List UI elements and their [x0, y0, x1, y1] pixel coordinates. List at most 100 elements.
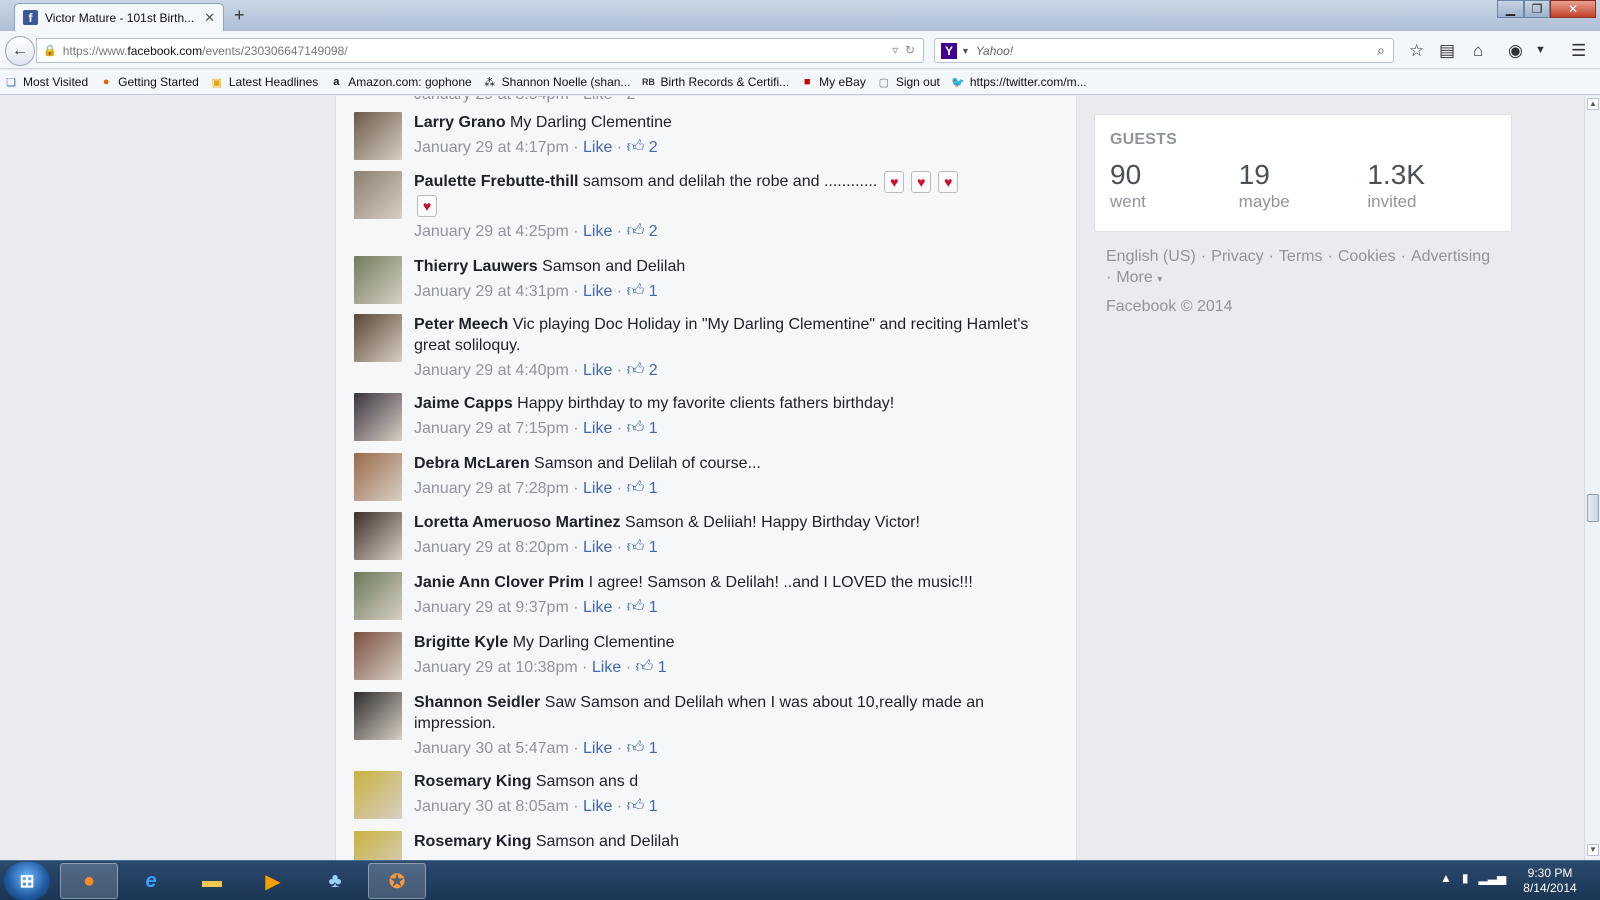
comment-timestamp[interactable]: January 29 at 8:20pm — [414, 539, 569, 556]
taskbar-firefox[interactable]: ● — [60, 863, 118, 899]
avatar[interactable] — [354, 171, 402, 219]
like-count[interactable]: 2 — [649, 139, 658, 156]
like-count[interactable]: 1 — [649, 539, 658, 556]
went-stat[interactable]: 90 went — [1110, 159, 1239, 213]
like-link[interactable]: Like — [583, 599, 612, 616]
url-actions[interactable]: ▿ ↻ — [892, 43, 915, 57]
like-link[interactable]: Like — [592, 659, 621, 676]
commenter-name[interactable]: Jaime Capps — [414, 395, 513, 412]
bookmark-getting-started[interactable]: ● Getting Started — [99, 75, 199, 89]
footer-link-advertising[interactable]: Advertising — [1411, 248, 1490, 265]
bookmark-amazon[interactable]: a Amazon.com: gophone — [329, 75, 471, 89]
back-button[interactable]: ← — [5, 36, 35, 66]
footer-link-privacy[interactable]: Privacy — [1211, 248, 1263, 265]
like-count[interactable]: 1 — [649, 798, 658, 815]
bookmark-shannon-noelle[interactable]: ⁂ Shannon Noelle (shan... — [483, 75, 630, 89]
search-icon[interactable]: ⌕ — [1377, 42, 1385, 59]
comment-timestamp[interactable]: January 29 at 4:40pm — [414, 362, 569, 379]
avatar[interactable] — [354, 692, 402, 740]
menu-icon[interactable]: ☰ — [1571, 41, 1586, 61]
signal-icon[interactable]: ▂▃▅ — [1479, 871, 1507, 885]
like-count[interactable]: 1 — [658, 659, 667, 676]
taskbar-internet-explorer[interactable]: e — [122, 863, 180, 899]
commenter-name[interactable]: Shannon Seidler — [414, 694, 540, 711]
commenter-name[interactable]: Paulette Frebutte-thill — [414, 173, 578, 190]
tray-expand-icon[interactable]: ▲ — [1440, 871, 1452, 885]
commenter-name[interactable]: Rosemary King — [414, 773, 531, 790]
comment-timestamp[interactable]: January 29 at 9:37pm — [414, 599, 569, 616]
like-link[interactable]: Like — [583, 480, 612, 497]
comment-timestamp[interactable]: January 29 at 4:31pm — [414, 283, 569, 300]
bookmark-my-ebay[interactable]: ■ My eBay — [800, 75, 866, 89]
search-input[interactable]: Yahoo! — [976, 44, 1377, 58]
like-count[interactable]: 1 — [649, 283, 658, 300]
commenter-name[interactable]: Larry Grano — [414, 114, 506, 131]
bookmark-twitter[interactable]: 🐦 https://twitter.com/m... — [951, 75, 1087, 89]
like-count[interactable]: 2 — [649, 362, 658, 379]
taskbar-file-explorer[interactable]: ▬ — [183, 863, 241, 899]
close-tab-icon[interactable]: ✕ — [204, 10, 215, 26]
minimize-window-button[interactable]: ▁ — [1497, 0, 1524, 18]
taskbar-network-app[interactable]: ♣ — [306, 863, 364, 899]
maybe-stat[interactable]: 19 maybe — [1239, 159, 1368, 213]
reload-icon[interactable]: ↻ — [905, 43, 915, 57]
scrollbar-thumb[interactable] — [1587, 494, 1599, 522]
search-engine-dropdown-icon[interactable]: ▼ — [961, 46, 970, 56]
bookmark-star-icon[interactable]: ☆ — [1409, 41, 1424, 61]
commenter-name[interactable]: Peter Meech — [414, 316, 508, 333]
chevron-down-icon[interactable]: ▾ — [1157, 274, 1162, 285]
footer-more-link[interactable]: More — [1116, 269, 1152, 286]
commenter-name[interactable]: Janie Ann Clover Prim — [414, 574, 584, 591]
comment-timestamp[interactable]: January 29 at 4:25pm — [414, 223, 569, 240]
footer-link-language[interactable]: English (US) — [1106, 248, 1196, 265]
like-link[interactable]: Like — [583, 283, 612, 300]
commenter-name[interactable]: Loretta Ameruoso Martinez — [414, 514, 621, 531]
power-icon[interactable]: ▮ — [1462, 871, 1469, 885]
like-link[interactable]: Like — [583, 420, 612, 437]
new-tab-button[interactable]: + — [234, 5, 245, 26]
extension-icon[interactable]: ◉ — [1508, 41, 1523, 61]
commenter-name[interactable]: Debra McLaren — [414, 455, 530, 472]
like-count[interactable]: 1 — [649, 480, 658, 497]
like-count[interactable]: 1 — [649, 740, 658, 757]
invited-stat[interactable]: 1.3K invited — [1367, 159, 1496, 213]
bookmark-most-visited[interactable]: ❏ Most Visited — [4, 75, 88, 89]
avatar[interactable] — [354, 112, 402, 160]
commenter-name[interactable]: Rosemary King — [414, 833, 531, 850]
avatar[interactable] — [354, 572, 402, 620]
like-link[interactable]: Like — [583, 798, 612, 815]
browser-tab[interactable]: f Victor Mature - 101st Birth... ✕ — [14, 3, 224, 31]
taskbar-clock[interactable]: 9:30 PM 8/14/2014 — [1510, 866, 1590, 896]
close-window-button[interactable]: ✕ — [1550, 0, 1596, 18]
scroll-up-icon[interactable]: ▲ — [1587, 98, 1599, 110]
like-link[interactable]: Like — [583, 223, 612, 240]
comment-timestamp[interactable]: January 30 at 8:05am — [414, 798, 569, 815]
avatar[interactable] — [354, 393, 402, 441]
avatar[interactable] — [354, 453, 402, 501]
avatar[interactable] — [354, 632, 402, 680]
url-dropdown-icon[interactable]: ▿ — [892, 43, 898, 57]
like-link[interactable]: Like — [583, 139, 612, 156]
bookmark-latest-headlines[interactable]: ▣ Latest Headlines — [210, 75, 319, 89]
taskbar-media-player[interactable]: ▶ — [244, 863, 302, 899]
like-count[interactable]: 1 — [649, 420, 658, 437]
like-link[interactable]: Like — [583, 539, 612, 556]
avatar[interactable] — [354, 314, 402, 362]
comment-timestamp[interactable]: January 29 at 7:15pm — [414, 420, 569, 437]
home-icon[interactable]: ⌂ — [1473, 41, 1483, 61]
avatar[interactable] — [354, 512, 402, 560]
like-link[interactable]: Like — [583, 362, 612, 379]
commenter-name[interactable]: Thierry Lauwers — [414, 258, 538, 275]
maximize-window-button[interactable]: ❐ — [1524, 0, 1550, 18]
url-bar[interactable]: 🔒 https://www. facebook.com/events/230306… — [36, 38, 924, 63]
like-count[interactable]: 1 — [649, 599, 658, 616]
commenter-name[interactable]: Brigitte Kyle — [414, 634, 508, 651]
comment-timestamp[interactable]: January 29 at 4:17pm — [414, 139, 569, 156]
footer-link-terms[interactable]: Terms — [1279, 248, 1323, 265]
taskbar-paint[interactable]: ✪ — [368, 863, 426, 899]
search-bar[interactable]: Y ▼ Yahoo! ⌕ — [934, 38, 1394, 63]
like-count[interactable]: 2 — [649, 223, 658, 240]
bookmarks-menu-icon[interactable]: ▤ — [1439, 41, 1455, 61]
bookmark-sign-out[interactable]: ▢ Sign out — [877, 75, 940, 89]
avatar[interactable] — [354, 831, 402, 860]
